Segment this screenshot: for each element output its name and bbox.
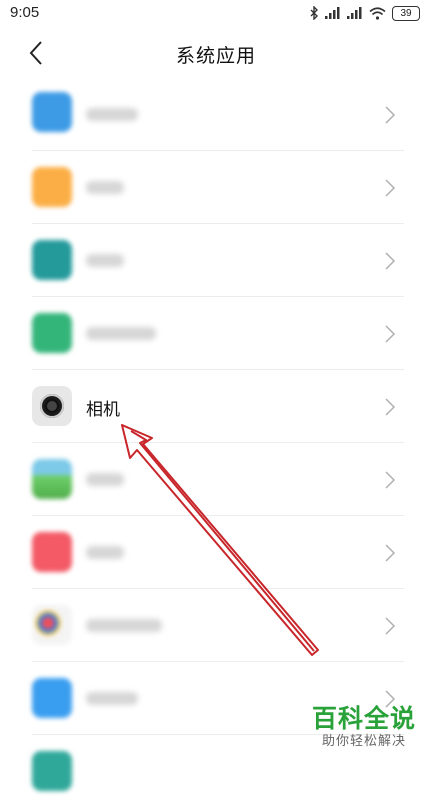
app-icon xyxy=(32,532,72,572)
chevron-right-icon xyxy=(385,325,396,343)
blurred-label xyxy=(86,254,124,267)
status-bar: 9:05 39 xyxy=(0,0,432,26)
list-item[interactable] xyxy=(0,78,432,151)
list-item-camera[interactable]: 相机 xyxy=(0,370,432,443)
list-item[interactable] xyxy=(0,443,432,516)
app-icon xyxy=(32,459,72,499)
chevron-right-icon xyxy=(385,398,396,416)
app-icon xyxy=(32,92,72,132)
blurred-label xyxy=(86,327,156,340)
page-title: 系统应用 xyxy=(175,46,256,67)
camera-lens xyxy=(40,394,64,418)
status-time: 9:05 xyxy=(10,4,40,21)
blurred-label xyxy=(86,108,138,121)
chevron-right-icon xyxy=(385,617,396,635)
bluetooth-icon xyxy=(310,6,318,20)
camera-icon xyxy=(32,386,72,426)
app-icon xyxy=(32,240,72,280)
battery-icon: 39 xyxy=(392,5,420,21)
list-item[interactable] xyxy=(0,297,432,370)
watermark-title: 百科全说 xyxy=(311,704,416,733)
list-item[interactable] xyxy=(0,224,432,297)
list-item[interactable] xyxy=(0,589,432,662)
signal-icon xyxy=(325,7,340,19)
app-icon xyxy=(32,605,72,645)
app-icon xyxy=(32,678,72,718)
blurred-label xyxy=(86,619,162,632)
list-item[interactable] xyxy=(0,151,432,224)
app-icon xyxy=(32,751,72,791)
status-icons: 39 xyxy=(309,4,420,22)
app-icon xyxy=(32,313,72,353)
chevron-right-icon xyxy=(385,252,396,270)
chevron-right-icon xyxy=(385,179,396,197)
app-label: 相机 xyxy=(86,400,120,419)
watermark: 百科全说 助你轻松解决 xyxy=(308,705,420,751)
blurred-label xyxy=(86,473,124,486)
wifi-icon xyxy=(369,6,386,20)
chevron-right-icon xyxy=(385,544,396,562)
watermark-subtitle: 助你轻松解决 xyxy=(321,734,406,749)
header: 系统应用 xyxy=(0,26,432,78)
signal-icon xyxy=(347,7,362,19)
blurred-label xyxy=(86,692,138,705)
list-item[interactable] xyxy=(0,516,432,589)
blurred-label xyxy=(86,181,124,194)
app-icon xyxy=(32,167,72,207)
blurred-label xyxy=(86,546,124,559)
chevron-right-icon xyxy=(385,106,396,124)
chevron-right-icon xyxy=(385,471,396,489)
